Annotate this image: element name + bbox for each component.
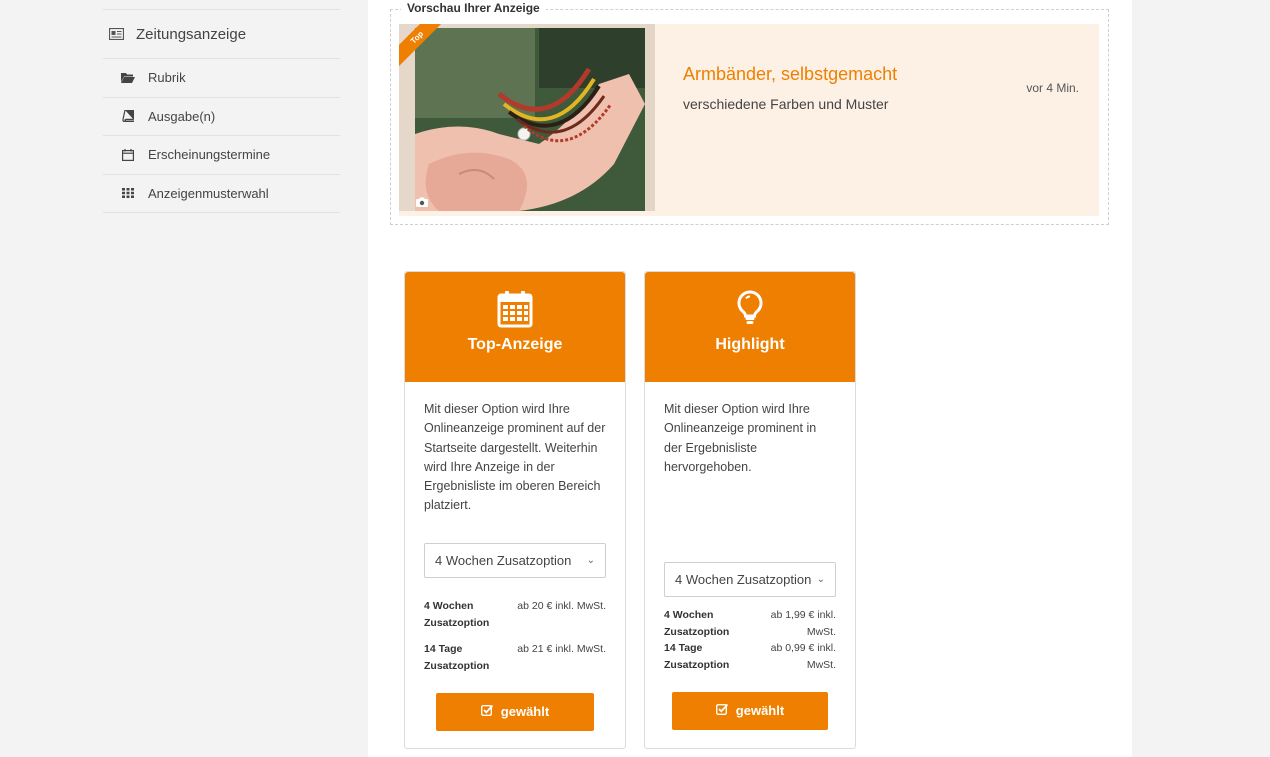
camera-icon — [416, 194, 428, 207]
price-label: 4 Wochen Zusatzoption — [424, 600, 490, 629]
preview-legend: Vorschau Ihrer Anzeige — [401, 1, 546, 15]
lightbulb-icon — [737, 290, 763, 330]
price-row: 14 Tage Zusatzoption ab 21 € inkl. MwSt. — [424, 641, 606, 674]
folder-open-icon — [121, 72, 135, 84]
option-card-highlight: Highlight Mit dieser Option wird Ihre On… — [644, 271, 856, 749]
main-panel: Vorschau Ihrer Anzeige Top Armbänder, se… — [368, 0, 1132, 757]
check-square-icon — [715, 701, 728, 720]
select-value: 4 Wochen Zusatzoption — [435, 552, 572, 568]
sidebar-item-label: Rubrik — [148, 70, 186, 86]
ad-preview-box: Vorschau Ihrer Anzeige Top Armbänder, se… — [390, 1, 1109, 225]
option-card-top-anzeige: Top-Anzeige Mit dieser Option wird Ihre … — [404, 271, 626, 749]
option-description: Mit dieser Option wird Ihre Onlineanzeig… — [424, 402, 606, 513]
ad-timestamp: vor 4 Min. — [1026, 81, 1079, 95]
button-label: gewählt — [735, 703, 785, 719]
price-value: ab 21 € inkl. MwSt. — [517, 643, 606, 655]
grid-icon — [121, 187, 135, 199]
button-label: gewählt — [500, 704, 550, 720]
select-value: 4 Wochen Zusatzoption — [675, 571, 812, 587]
price-label: 14 Tage Zusatzoption — [424, 643, 490, 672]
price-value: ab 1,99 € inkl. MwSt. — [770, 609, 836, 638]
ad-image: Top — [399, 24, 655, 211]
option-description: Mit dieser Option wird Ihre Onlineanzeig… — [664, 402, 817, 474]
check-square-icon — [480, 702, 493, 721]
price-row: 14 Tage Zusatzoption ab 0,99 € inkl. MwS… — [664, 640, 836, 673]
bracelets-photo — [399, 24, 655, 211]
chevron-down-icon: ⌄ — [586, 554, 595, 566]
sidebar-item-label: Anzeigenmusterwahl — [148, 185, 269, 201]
selected-button[interactable]: gewählt — [436, 693, 594, 731]
sidebar-header-label: Zeitungsanzeige — [136, 25, 247, 43]
duration-select[interactable]: 4 Wochen Zusatzoption ⌄ — [664, 562, 836, 597]
price-value: ab 0,99 € inkl. MwSt. — [770, 642, 836, 671]
duration-select[interactable]: 4 Wochen Zusatzoption ⌄ — [424, 543, 606, 578]
sidebar-item-label: Ausgabe(n) — [148, 108, 216, 124]
sidebar-item-label: Erscheinungstermine — [148, 147, 271, 163]
book-icon — [121, 110, 135, 123]
sidebar: Zeitungsanzeige Rubrik Ausgabe(n) Ersche… — [103, 0, 340, 213]
calendar-outline-icon — [121, 148, 135, 161]
price-row: 4 Wochen Zusatzoption ab 1,99 € inkl. Mw… — [664, 607, 836, 640]
sidebar-item-ausgaben[interactable]: Ausgabe(n) — [103, 98, 340, 136]
option-header: Top-Anzeige — [405, 272, 625, 382]
selected-button[interactable]: gewählt — [672, 692, 828, 730]
sidebar-item-rubrik[interactable]: Rubrik — [103, 59, 340, 98]
option-title: Top-Anzeige — [467, 336, 563, 353]
ad-title: Armbänder, selbstgemacht — [683, 64, 898, 84]
calendar-icon — [497, 290, 533, 330]
ad-preview-card[interactable]: Top Armbänder, selbstgemacht verschieden… — [399, 24, 1099, 216]
price-value: ab 20 € inkl. MwSt. — [517, 600, 606, 612]
option-title: Highlight — [715, 336, 785, 353]
ad-subtitle: verschiedene Farben und Muster — [683, 96, 889, 112]
newspaper-icon — [108, 28, 124, 40]
price-label: 4 Wochen Zusatzoption — [664, 609, 730, 638]
sidebar-header[interactable]: Zeitungsanzeige — [103, 9, 340, 59]
sidebar-item-erscheinungstermine[interactable]: Erscheinungstermine — [103, 136, 340, 175]
option-header: Highlight — [645, 272, 855, 382]
sidebar-item-anzeigenmusterwahl[interactable]: Anzeigenmusterwahl — [103, 175, 340, 213]
price-row: 4 Wochen Zusatzoption ab 20 € inkl. MwSt… — [424, 598, 606, 631]
chevron-down-icon: ⌄ — [816, 573, 825, 585]
price-label: 14 Tage Zusatzoption — [664, 642, 730, 671]
